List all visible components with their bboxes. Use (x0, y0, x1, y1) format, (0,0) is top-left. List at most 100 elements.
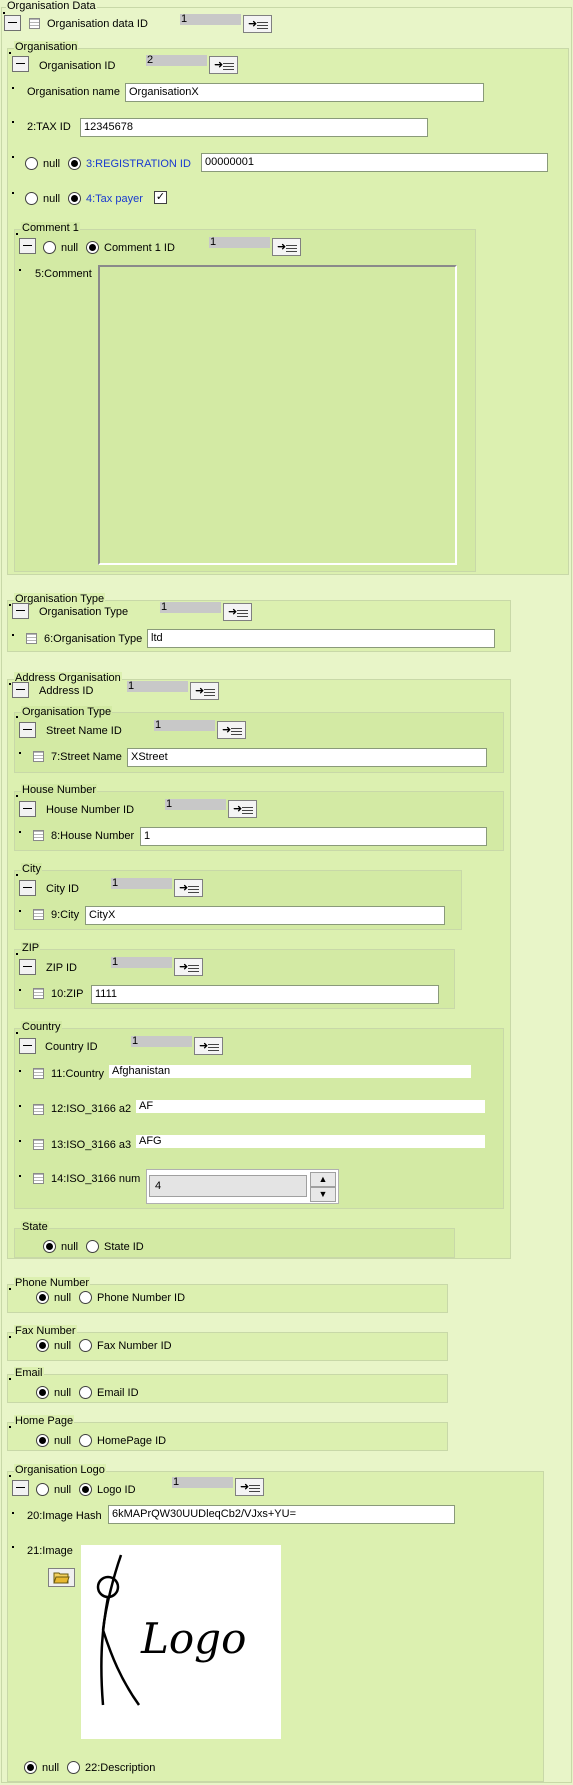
logo-null-radio[interactable] (36, 1483, 49, 1496)
link-record-button[interactable]: ➜ (190, 682, 219, 700)
bullet (19, 269, 21, 271)
country-input[interactable]: Afghanistan (109, 1065, 471, 1078)
organisation-name-input[interactable]: OrganisationX (125, 83, 484, 102)
comment1-id-label: Comment 1 ID (104, 242, 175, 254)
grid-icon (29, 18, 40, 29)
iso-a3-input[interactable]: AFG (136, 1135, 485, 1148)
link-record-button[interactable]: ➜ (235, 1478, 264, 1496)
phone-legend: Phone Number (14, 1277, 90, 1289)
fax-legend: Fax Number (14, 1325, 77, 1337)
bullet (12, 156, 14, 158)
address-id-label: Address ID (39, 685, 94, 697)
collapse-button[interactable] (12, 56, 29, 72)
bullet (19, 1070, 21, 1072)
registration-id-radio[interactable] (68, 157, 81, 170)
collapse-button[interactable] (19, 801, 36, 817)
logo-id-label: Logo ID (97, 1484, 136, 1496)
comment1-id-value: 1 (209, 237, 270, 248)
description-null-radio[interactable] (24, 1761, 37, 1774)
link-record-button[interactable]: ➜ (243, 15, 272, 33)
image-hash-input[interactable]: 6kMAPrQW30UUDleqCb2/VJxs+YU= (108, 1505, 455, 1524)
collapse-button[interactable] (12, 682, 29, 698)
state-null-radio[interactable] (43, 1240, 56, 1253)
iso-num-value[interactable]: 4 (149, 1175, 307, 1197)
fax-null-radio[interactable] (36, 1339, 49, 1352)
collapse-button[interactable] (4, 15, 21, 31)
phone-null-label: null (54, 1292, 72, 1304)
homepage-id-radio[interactable] (79, 1434, 92, 1447)
comment-textarea[interactable] (98, 265, 457, 565)
bullet (19, 989, 21, 991)
country-legend: Country (21, 1021, 62, 1033)
house-number-input[interactable]: 1 (140, 827, 487, 846)
link-record-button[interactable]: ➜ (174, 879, 203, 897)
zip-input[interactable]: 1111 (91, 985, 439, 1004)
country-id-value: 1 (131, 1036, 192, 1047)
iso-num-label: 14:ISO_3166 num (51, 1173, 141, 1185)
zip-legend: ZIP (21, 942, 41, 954)
taxpayer-null-radio[interactable] (25, 192, 38, 205)
open-folder-button[interactable] (48, 1568, 75, 1587)
link-record-button[interactable]: ➜ (217, 721, 246, 739)
collapse-button[interactable] (19, 238, 36, 254)
link-record-button[interactable]: ➜ (174, 958, 203, 976)
homepage-id-label: HomePage ID (97, 1435, 167, 1447)
iso-num-spinner[interactable]: 4 ▲ ▼ (146, 1169, 339, 1204)
logo-id-radio[interactable] (79, 1483, 92, 1496)
homepage-null-radio[interactable] (36, 1434, 49, 1447)
collapse-button[interactable] (19, 1038, 36, 1054)
organisation-type-input[interactable]: ltd (147, 629, 495, 648)
city-input[interactable]: CityX (85, 906, 445, 925)
bullet (19, 1105, 21, 1107)
taxpayer-null-label: null (43, 193, 61, 205)
folder-icon (53, 1572, 70, 1584)
email-id-radio[interactable] (79, 1386, 92, 1399)
logo-legend: Organisation Logo (14, 1464, 106, 1476)
organisation-name-label: Organisation name (27, 86, 120, 98)
grid-icon (33, 751, 44, 762)
collapse-button[interactable] (19, 880, 36, 896)
comment1-null-radio[interactable] (43, 241, 56, 254)
link-record-button[interactable]: ➜ (223, 603, 252, 621)
state-legend: State (21, 1221, 49, 1233)
tax-id-input[interactable]: 12345678 (80, 118, 428, 137)
collapse-button[interactable] (12, 603, 29, 619)
collapse-button[interactable] (12, 1480, 29, 1496)
iso-a2-input[interactable]: AF (136, 1100, 485, 1113)
country-label: 11:Country (51, 1068, 104, 1080)
description-radio[interactable] (67, 1761, 80, 1774)
street-name-input[interactable]: XStreet (127, 748, 487, 767)
street-legend: Organisation Type (21, 706, 113, 718)
country-id-label: Country ID (45, 1041, 98, 1053)
phone-id-radio[interactable] (79, 1291, 92, 1304)
fax-id-label: Fax Number ID (97, 1340, 172, 1352)
spin-down-button[interactable]: ▼ (310, 1187, 336, 1202)
spin-up-button[interactable]: ▲ (310, 1172, 336, 1187)
bullet (12, 634, 14, 636)
collapse-button[interactable] (19, 722, 36, 738)
phone-null-radio[interactable] (36, 1291, 49, 1304)
bullet (12, 121, 14, 123)
email-null-radio[interactable] (36, 1386, 49, 1399)
organisation-data-legend: Organisation Data (6, 0, 97, 12)
logo-null-label: null (54, 1484, 72, 1496)
organisation-data-id-value: 1 (180, 14, 241, 25)
link-record-button[interactable]: ➜ (209, 56, 238, 74)
fax-null-label: null (54, 1340, 72, 1352)
city-id-label: City ID (46, 883, 79, 895)
phone-id-label: Phone Number ID (97, 1292, 186, 1304)
state-id-radio[interactable] (86, 1240, 99, 1253)
address-id-value: 1 (127, 681, 188, 692)
link-record-button[interactable]: ➜ (194, 1037, 223, 1055)
bullet (19, 1140, 21, 1142)
link-record-button[interactable]: ➜ (228, 800, 257, 818)
link-record-button[interactable]: ➜ (272, 238, 301, 256)
taxpayer-checkbox[interactable]: ✓ (154, 191, 167, 204)
registration-null-radio[interactable] (25, 157, 38, 170)
collapse-button[interactable] (19, 959, 36, 975)
registration-id-input[interactable]: 00000001 (201, 153, 548, 172)
fax-id-radio[interactable] (79, 1339, 92, 1352)
taxpayer-radio[interactable] (68, 192, 81, 205)
comment1-id-radio[interactable] (86, 241, 99, 254)
street-id-value: 1 (154, 720, 215, 731)
